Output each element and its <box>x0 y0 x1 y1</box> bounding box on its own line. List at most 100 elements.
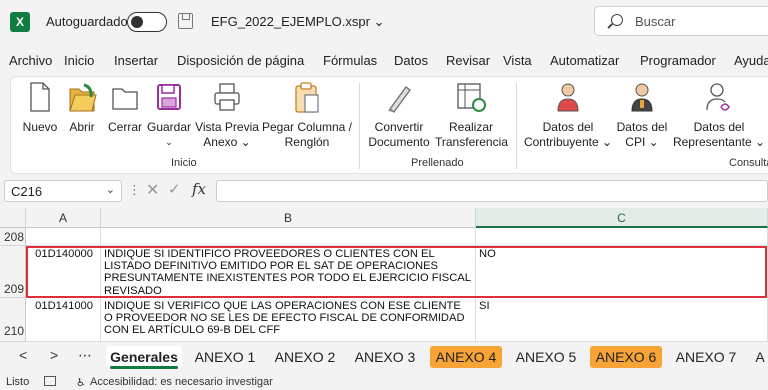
menu-inicio[interactable]: Inicio <box>64 53 94 68</box>
datos-representante-button[interactable]: Datos del Representante ⌄ <box>671 81 767 150</box>
datos-cpi-label2: CPI ⌄ <box>625 135 659 149</box>
search-placeholder: Buscar <box>635 14 676 29</box>
row-header[interactable]: 208 <box>0 228 26 246</box>
table-cell[interactable] <box>26 228 101 246</box>
table-cell[interactable]: 01D141000 <box>26 298 101 342</box>
cerrar-button[interactable]: Cerrar <box>105 81 145 135</box>
taxpayer-icon <box>523 81 613 115</box>
table-cell[interactable] <box>476 228 768 246</box>
macro-record-icon[interactable] <box>44 376 56 386</box>
tab-generales[interactable]: Generales <box>106 346 182 369</box>
pegar-columna-label: Pegar Columna / <box>261 120 353 134</box>
tab-anexo-3[interactable]: ANEXO 3 <box>350 346 420 368</box>
cancel-icon[interactable]: ✕ <box>146 180 159 200</box>
table-cell[interactable] <box>101 228 476 246</box>
convert-document-icon <box>367 81 431 115</box>
selection-highlight <box>26 246 767 298</box>
menu-archivo[interactable]: Archivo <box>9 53 52 68</box>
realizar-label: Realizar <box>448 120 493 134</box>
formula-bar: C216 ⌄ ⋮ ✕ ✓ fx <box>0 176 768 206</box>
title-bar: X Autoguardado EFG_2022_EJEMPLO.xspr ⌄ B… <box>0 0 768 44</box>
renglon-label: Renglón <box>284 135 330 149</box>
save-icon <box>147 81 191 115</box>
print-preview-icon <box>194 81 260 115</box>
new-document-icon <box>21 81 59 115</box>
confirm-icon[interactable]: ✓ <box>168 180 181 198</box>
nuevo-label: Nuevo <box>22 120 58 134</box>
pegar-columna-renglon-button[interactable]: Pegar Columna / Renglón <box>261 81 353 150</box>
abrir-label: Abrir <box>69 120 95 134</box>
search-icon <box>611 14 623 26</box>
prev-sheet-icon[interactable]: < <box>19 347 27 363</box>
menu-revisar[interactable]: Revisar <box>446 53 490 68</box>
search-box[interactable]: Buscar <box>594 6 768 36</box>
name-box[interactable]: C216 ⌄ <box>4 180 122 202</box>
menu-insertar[interactable]: Insertar <box>114 53 158 68</box>
status-ready: Listo <box>6 376 30 388</box>
row-header[interactable]: 210 <box>0 298 26 342</box>
vista-previa-label: Vista Previa <box>195 120 259 134</box>
menu-ayuda[interactable]: Ayuda <box>734 53 768 68</box>
file-name-menu[interactable]: EFG_2022_EJEMPLO.xspr ⌄ <box>211 14 384 30</box>
column-header-a[interactable]: A <box>26 208 101 228</box>
group-label-consulta: Consulta <box>729 157 768 169</box>
name-box-value: C216 <box>11 184 43 199</box>
quick-save-icon[interactable] <box>178 13 193 29</box>
cpi-icon <box>615 81 669 115</box>
row-header[interactable]: 209 <box>0 246 26 298</box>
accessibility-icon: ♿ <box>76 377 86 389</box>
more-sheets-icon[interactable]: ⋯ <box>78 347 92 364</box>
transfer-icon <box>435 81 507 115</box>
column-header-c[interactable]: C <box>476 208 768 228</box>
nuevo-button[interactable]: Nuevo <box>21 81 59 135</box>
tab-anexo-7[interactable]: ANEXO 7 <box>670 346 742 368</box>
realizar-transferencia-button[interactable]: Realizar Transferencia <box>435 81 508 150</box>
menu-automatizar[interactable]: Automatizar <box>550 53 619 68</box>
next-sheet-icon[interactable]: > <box>50 347 58 363</box>
tab-anexo-6[interactable]: ANEXO 6 <box>590 346 662 368</box>
abrir-button[interactable]: Abrir <box>65 81 99 135</box>
menu-disposicion[interactable]: Disposición de página <box>177 53 304 68</box>
menu-vista[interactable]: Vista <box>503 53 532 68</box>
insert-function-icon[interactable]: fx <box>192 180 206 198</box>
table-cell[interactable]: INDIQUE SI VERIFICO QUE LAS OPERACIONES … <box>101 298 476 342</box>
formula-input[interactable] <box>216 180 768 202</box>
datos-cpi-label1: Datos del <box>616 120 668 134</box>
ribbon-separator <box>359 83 360 169</box>
table-cell[interactable]: SI <box>476 298 768 342</box>
menu-bar: Archivo Inicio Insertar Disposición de p… <box>0 48 768 74</box>
menu-datos[interactable]: Datos <box>394 53 428 68</box>
tab-anexo-5[interactable]: ANEXO 5 <box>510 346 582 368</box>
vista-previa-anexo-button[interactable]: Vista Previa Anexo ⌄ <box>194 81 260 150</box>
select-all-corner[interactable] <box>0 208 26 228</box>
anexo-label: Anexo ⌄ <box>203 135 251 149</box>
spreadsheet-grid: A B C 208 209 01D140000 INDIQUE SI IDENT… <box>0 208 768 342</box>
guardar-button[interactable]: Guardar ⌄ <box>147 81 191 150</box>
tab-anexo-2[interactable]: ANEXO 2 <box>270 346 340 368</box>
datos-contribuyente-button[interactable]: Datos del Contribuyente ⌄ <box>523 81 613 150</box>
datos-contribuyente-label2: Contribuyente ⌄ <box>523 135 613 149</box>
more-options-icon[interactable]: ⋮ <box>128 182 141 198</box>
tab-anexo-4[interactable]: ANEXO 4 <box>430 346 502 368</box>
convertir-documento-button[interactable]: Convertir Documento <box>367 81 431 150</box>
convertir-label: Convertir <box>374 120 424 134</box>
toggle-knob <box>131 16 143 28</box>
paste-icon <box>261 81 353 115</box>
autosave-label: Autoguardado <box>46 14 128 29</box>
menu-programador[interactable]: Programador <box>640 53 716 68</box>
autosave-toggle[interactable] <box>127 12 167 32</box>
cerrar-label: Cerrar <box>107 120 142 134</box>
accessibility-status[interactable]: Accesibilidad: es necesario investigar <box>90 376 273 388</box>
menu-formulas[interactable]: Fórmulas <box>323 53 377 68</box>
datos-cpi-button[interactable]: Datos del CPI ⌄ <box>615 81 669 150</box>
group-label-prellenado: Prellenado <box>411 157 464 169</box>
group-label-inicio: Inicio <box>171 157 197 169</box>
datos-contribuyente-label1: Datos del <box>542 120 594 134</box>
tab-anexo-truncated[interactable]: A <box>752 346 768 368</box>
chevron-down-icon[interactable]: ⌄ <box>106 183 115 196</box>
ribbon: Nuevo Abrir Cerrar Guardar ⌄ Vista Previ… <box>10 76 768 174</box>
tab-anexo-1[interactable]: ANEXO 1 <box>190 346 260 368</box>
transferencia-label: Transferencia <box>435 135 508 149</box>
guardar-chevron: ⌄ <box>165 137 173 147</box>
column-header-b[interactable]: B <box>101 208 476 228</box>
